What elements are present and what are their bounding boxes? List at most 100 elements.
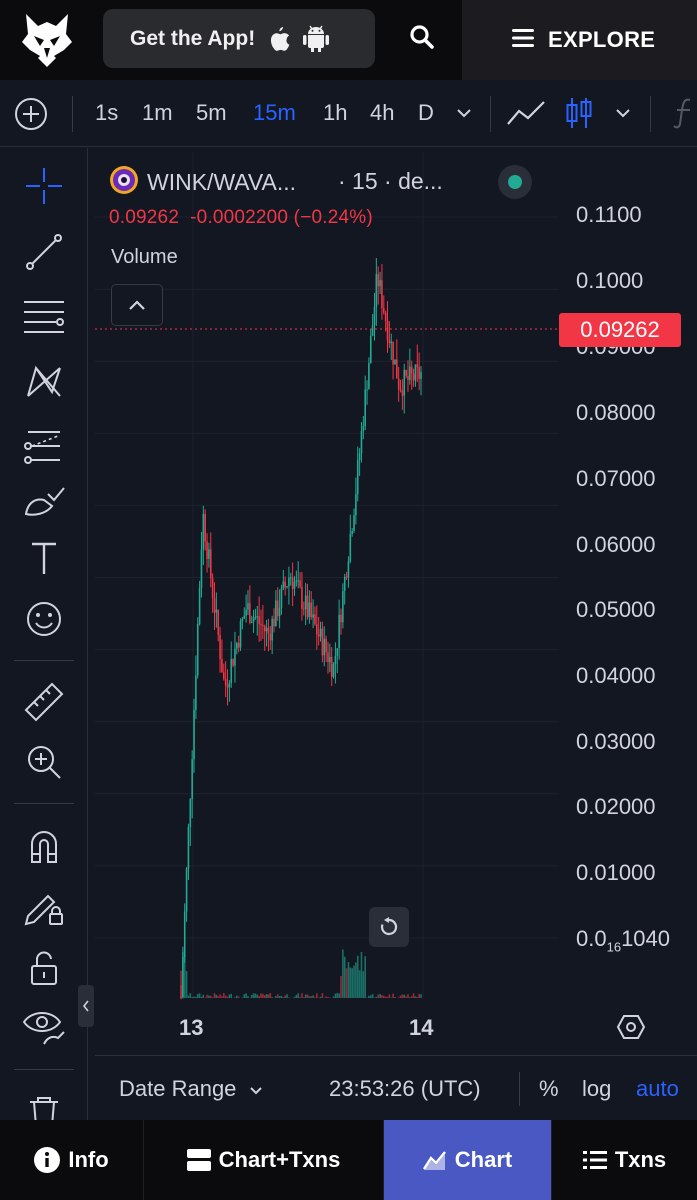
date-range-dropdown[interactable]: Date Range xyxy=(119,1076,263,1102)
token-avatar xyxy=(109,165,139,200)
emoji-tool[interactable] xyxy=(22,597,66,641)
volume-bar xyxy=(299,996,301,998)
candle-body xyxy=(280,588,283,608)
candle-body xyxy=(375,274,378,308)
hide-drawings-tool[interactable] xyxy=(22,1004,66,1048)
price-chart[interactable]: WINK/WAVA... · 15 · de... 0.09262 -0.000… xyxy=(95,152,697,1052)
log-scale-toggle[interactable]: log xyxy=(582,1076,611,1102)
horizontal-lines-icon xyxy=(24,301,64,333)
y-tick-prefix: 0.0 xyxy=(576,926,607,951)
volume-bar xyxy=(198,993,201,998)
lock-all-tool[interactable] xyxy=(22,946,66,990)
trend-line-tool[interactable] xyxy=(22,230,66,274)
volume-bar xyxy=(217,996,220,998)
volume-bar xyxy=(304,994,307,998)
timeframe-1h[interactable]: 1h xyxy=(323,100,347,126)
candle-body xyxy=(368,363,370,390)
indicators-icon[interactable] xyxy=(672,96,696,135)
timeframe-5m[interactable]: 5m xyxy=(196,100,227,126)
chevron-left-icon xyxy=(82,1000,89,1012)
volume-bar xyxy=(271,997,273,998)
projection-tool[interactable] xyxy=(22,424,66,468)
owl-logo-icon[interactable] xyxy=(20,12,74,68)
timeframe-1s[interactable]: 1s xyxy=(95,100,118,126)
add-symbol-button[interactable] xyxy=(14,97,48,131)
symbol-legend[interactable]: WINK/WAVA... xyxy=(109,165,296,200)
explore-button[interactable]: EXPLORE xyxy=(462,0,697,80)
zoom-in-tool[interactable] xyxy=(22,740,66,784)
candle-body xyxy=(388,340,391,344)
timeframe-15m[interactable]: 15m xyxy=(253,100,296,126)
fib-retracement-tool[interactable] xyxy=(22,296,66,340)
nav-chart[interactable]: Chart xyxy=(384,1120,552,1200)
candle-body xyxy=(382,308,385,313)
volume-bar xyxy=(405,996,407,998)
percent-scale-toggle[interactable]: % xyxy=(539,1076,559,1102)
reset-chart-button[interactable] xyxy=(369,907,409,947)
candle-body xyxy=(386,320,389,341)
nav-chart-txns[interactable]: Chart+Txns xyxy=(144,1120,384,1200)
pattern-tool[interactable] xyxy=(22,360,66,404)
volume-bar xyxy=(189,993,192,998)
toolbar-collapse-handle[interactable] xyxy=(78,985,94,1027)
candlestick-chart-icon[interactable] xyxy=(565,96,593,135)
volume-legend: Volume xyxy=(111,246,178,268)
get-app-button[interactable]: Get the App! xyxy=(103,9,375,68)
volume-bar xyxy=(183,954,186,998)
magnet-tool[interactable] xyxy=(22,824,66,868)
volume-bar xyxy=(286,994,288,998)
volume-bar xyxy=(262,993,264,998)
candle-body xyxy=(258,616,260,624)
timeframe-chevron-down-icon[interactable] xyxy=(455,106,473,124)
volume-bar xyxy=(342,949,344,998)
auto-scale-toggle[interactable]: auto xyxy=(636,1076,679,1102)
volume-bar xyxy=(386,996,389,998)
timeframe-1m[interactable]: 1m xyxy=(142,100,173,126)
candle-body xyxy=(221,658,223,673)
chart-settings-button[interactable] xyxy=(616,1012,646,1042)
candle-body xyxy=(362,426,365,431)
volume-bar xyxy=(301,993,303,998)
volume-bar xyxy=(250,994,253,998)
volume-bar xyxy=(230,993,233,998)
brush-tool[interactable] xyxy=(22,478,66,522)
nav-txns[interactable]: Txns xyxy=(552,1120,697,1200)
volume-bar xyxy=(200,996,203,998)
utc-clock[interactable]: 23:53:26 (UTC) xyxy=(329,1076,481,1102)
collapse-legend-button[interactable] xyxy=(111,284,163,326)
candle-body xyxy=(198,587,201,624)
text-tool[interactable] xyxy=(22,536,66,580)
candle-body xyxy=(410,366,413,374)
volume-bar xyxy=(392,993,394,998)
line-chart-icon[interactable] xyxy=(506,98,546,133)
timeframe-4h[interactable]: 4h xyxy=(370,100,394,126)
candle-body xyxy=(185,868,188,912)
candle-body xyxy=(373,307,376,326)
timeframe-d[interactable]: D xyxy=(418,100,434,126)
volume-bar xyxy=(349,967,352,998)
volume-bar xyxy=(397,997,400,998)
y-tick: 0.08000 xyxy=(576,400,656,425)
measure-tool[interactable] xyxy=(22,680,66,724)
candle-body xyxy=(329,656,331,663)
candle-body xyxy=(390,341,393,344)
chart-type-chevron-down-icon[interactable] xyxy=(614,106,632,124)
volume-bar xyxy=(327,996,329,998)
candle-body xyxy=(358,453,361,461)
nav-txns-label: Txns xyxy=(614,1147,667,1172)
volume-bar xyxy=(384,996,387,998)
candle-body xyxy=(314,614,316,625)
android-icon xyxy=(303,25,330,53)
candle-body xyxy=(355,494,357,516)
candle-body xyxy=(325,638,327,653)
market-status-indicator[interactable] xyxy=(498,165,532,199)
candle-body xyxy=(273,618,275,627)
nav-info[interactable]: Info xyxy=(0,1120,144,1200)
crosshair-tool[interactable] xyxy=(22,164,66,208)
search-button[interactable] xyxy=(398,16,446,62)
lock-drawings-tool[interactable] xyxy=(22,884,66,928)
volume-bar xyxy=(368,995,370,998)
volume-bar xyxy=(258,995,260,998)
candle-body xyxy=(271,618,273,641)
y-tick: 0.07000 xyxy=(576,466,656,491)
